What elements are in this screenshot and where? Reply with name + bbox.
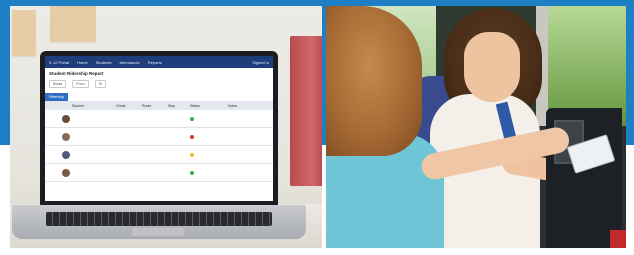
student-hair: [326, 6, 422, 156]
laptop-photo: K-12 Portal Home Students Attendance Rep…: [10, 6, 322, 248]
nav-students: Students: [95, 59, 112, 65]
laptop-screen: K-12 Portal Home Students Attendance Rep…: [45, 56, 273, 201]
tab-row: Ridership: [45, 93, 273, 101]
trackpad: [132, 228, 184, 236]
status-dot-icon: [190, 116, 194, 121]
avatar: [62, 114, 70, 123]
filter-row: Route From To: [45, 78, 273, 90]
red-handle: [610, 230, 626, 248]
table-row: [45, 128, 273, 146]
table-body: [45, 110, 273, 182]
bus-photo: [326, 6, 626, 248]
col-grade: Grade: [116, 103, 126, 108]
col-stop: Stop: [168, 103, 176, 108]
app-header: K-12 Portal Home Students Attendance Rep…: [45, 56, 273, 68]
status-dot-icon: [190, 152, 194, 157]
red-binder: [290, 36, 322, 186]
report-title: Student Ridership Report: [49, 71, 104, 76]
table-row: [45, 164, 273, 182]
hero-image: K-12 Portal Home Students Attendance Rep…: [0, 0, 634, 255]
col-notes: Notes: [228, 103, 238, 108]
sticky-note: [12, 10, 36, 56]
tab-ridership: Ridership: [45, 93, 69, 101]
status-dot-icon: [190, 134, 194, 139]
nav-reports: Reports: [147, 59, 162, 65]
sticky-note: [50, 6, 96, 42]
col-student: Student: [72, 103, 85, 108]
nav-attendance: Attendance: [119, 59, 140, 65]
table-header: Student Grade Route Stop Status Notes: [45, 101, 273, 110]
avatar: [62, 132, 70, 141]
col-status: Status: [190, 103, 200, 108]
laptop-icon: K-12 Portal Home Students Attendance Rep…: [40, 51, 278, 206]
filter-route: Route: [49, 80, 67, 88]
table-row: [45, 146, 273, 164]
app-brand: K-12 Portal: [49, 59, 70, 65]
status-dot-icon: [190, 170, 194, 175]
avatar: [62, 168, 70, 177]
nav-home: Home: [77, 59, 88, 65]
driver-face: [464, 32, 520, 102]
avatar: [62, 150, 70, 159]
laptop-base: [12, 205, 306, 239]
table-row: [45, 110, 273, 128]
filter-to: To: [94, 80, 107, 88]
keyboard: [46, 212, 272, 226]
signed-in-label: Signed in: [252, 59, 269, 65]
filter-from: From: [72, 80, 89, 88]
col-route: Route: [142, 103, 152, 108]
